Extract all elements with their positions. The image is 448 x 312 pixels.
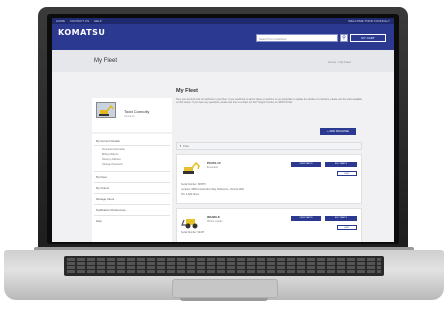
filter-label: Filter	[183, 144, 190, 148]
breadcrumb[interactable]: Home > My Fleet	[328, 60, 351, 64]
view-parts-button[interactable]: VIEW PARTS	[291, 162, 321, 167]
search-input[interactable]: Search for machines	[256, 34, 338, 42]
excavator-icon	[183, 161, 200, 174]
excavator-icon	[97, 103, 115, 117]
profile-subtitle: Customer	[124, 115, 135, 118]
divider	[94, 182, 170, 183]
search-icon[interactable]: ⚲	[340, 34, 348, 42]
profile-name: Todd Connolly	[124, 109, 150, 114]
brand-logo[interactable]: KOMATSU	[58, 28, 105, 37]
add-machine-button[interactable]: + ADD MACHINE	[320, 128, 356, 135]
laptop-screen: HOME CONTACT US HELP WELCOME TODD CONNOL…	[52, 18, 394, 242]
keyboard	[64, 256, 384, 276]
sidebar-subitem-delivery-address[interactable]: Delivery Address	[102, 158, 121, 161]
filter-dropdown[interactable]: ▼ Filter	[176, 142, 362, 150]
trackpad[interactable]	[172, 279, 278, 298]
view-parts-button[interactable]: VIEW PARTS	[291, 216, 321, 221]
sidebar-item-manage-users[interactable]: Manage Users	[96, 197, 114, 201]
divider	[94, 193, 170, 194]
machine-serial: Serial Number: 94437	[181, 231, 205, 234]
edit-machine-button[interactable]: EDIT	[337, 225, 357, 230]
sidebar-item-notification-preferences[interactable]: Notification Preferences	[96, 208, 126, 212]
sidebar-subitem-change-password[interactable]: Change Password	[102, 163, 122, 166]
key-row	[67, 266, 381, 269]
account-sidebar: My Account Details Personal Information …	[92, 134, 172, 242]
section-heading: My Fleet	[176, 88, 199, 94]
fleet-description: Here you can find a list of machines in …	[176, 98, 362, 105]
sidebar-subitem-personal-info[interactable]: Personal Information	[102, 148, 125, 151]
wheel-loader-icon	[181, 219, 198, 229]
machine-location: Location: 9999 Construction Way, Melbour…	[181, 188, 244, 191]
sidebar-subitem-billing-address[interactable]: Billing Address	[102, 153, 118, 156]
divider	[94, 171, 170, 172]
top-link-contact[interactable]: CONTACT US	[70, 19, 89, 23]
machine-card: WA320-8 Wheel Loader VIEW PARTS BUY PART…	[176, 208, 362, 242]
machine-type: Excavator	[207, 166, 219, 169]
divider	[94, 215, 170, 216]
divider	[94, 204, 170, 205]
sidebar-item-account-details[interactable]: My Account Details	[96, 139, 120, 143]
key-row	[67, 262, 381, 265]
sidebar-item-help[interactable]: Help	[96, 219, 102, 223]
top-link-help[interactable]: HELP	[94, 19, 102, 23]
machine-card: PC210-10 Excavator VIEW PARTS BUY PARTS …	[176, 154, 362, 204]
machine-model: WA320-8	[207, 215, 220, 219]
filter-icon: ▼	[179, 144, 182, 148]
top-link-home[interactable]: HOME	[56, 19, 65, 23]
avatar	[96, 102, 116, 118]
buy-parts-button[interactable]: BUY PARTS	[325, 162, 357, 167]
divider	[94, 145, 170, 146]
laptop-lip	[180, 298, 268, 301]
key-row	[67, 270, 381, 273]
key-row	[67, 258, 381, 261]
machine-hours: Hrs: 4,500 Hours	[181, 193, 200, 196]
machine-type: Wheel Loader	[207, 220, 223, 223]
machine-serial: Serial Number: 300578	[181, 183, 206, 186]
page-title: My Fleet	[94, 58, 118, 64]
edit-machine-button[interactable]: EDIT	[337, 171, 357, 176]
cart-button[interactable]: MY CART	[350, 34, 386, 42]
buy-parts-button[interactable]: BUY PARTS	[325, 216, 357, 221]
machine-model: PC210-10	[207, 161, 221, 165]
sidebar-item-my-fleet[interactable]: My Fleet	[96, 175, 107, 179]
sidebar-item-my-orders[interactable]: My Orders	[96, 186, 109, 190]
